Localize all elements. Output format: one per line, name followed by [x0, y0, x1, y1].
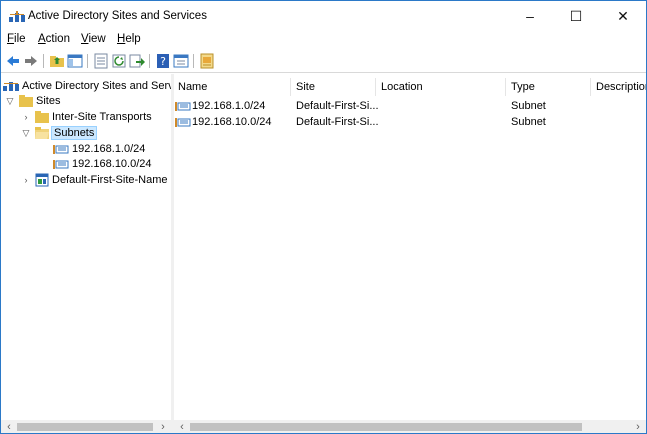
column-header-type[interactable]: Type — [511, 81, 535, 93]
chevron-down-icon[interactable]: ▽ — [21, 128, 31, 139]
tree-horizontal-scrollbar[interactable]: ‹ › — [1, 420, 171, 433]
svg-text:?: ? — [160, 55, 166, 68]
site-icon — [35, 173, 49, 187]
subnet-icon — [53, 144, 69, 154]
column-divider[interactable] — [505, 78, 506, 96]
tree-item-default-first-site[interactable]: › Default-First-Site-Name — [21, 172, 168, 188]
properties-icon[interactable] — [93, 53, 109, 69]
column-divider[interactable] — [590, 78, 591, 96]
scroll-right-icon[interactable]: › — [157, 420, 169, 433]
scroll-left-icon[interactable]: ‹ — [176, 420, 188, 433]
tree-item-inter-site-transports[interactable]: › Inter-Site Transports — [21, 109, 152, 125]
forward-icon[interactable] — [23, 53, 39, 69]
column-header-name[interactable]: Name — [178, 81, 207, 93]
cell-site: Default-First-Si... — [296, 100, 379, 112]
scroll-thumb[interactable] — [17, 423, 153, 431]
tree-item-root[interactable]: Active Directory Sites and Servic — [3, 78, 172, 94]
menu-view-rest: iew — [88, 33, 106, 45]
cell-type: Subnet — [511, 116, 546, 128]
chevron-down-icon[interactable]: ▽ — [5, 96, 15, 107]
column-divider[interactable] — [375, 78, 376, 96]
menu-file[interactable]: File — [7, 33, 26, 45]
column-divider[interactable] — [290, 78, 291, 96]
help-icon[interactable]: ? — [155, 53, 171, 69]
cell-site: Default-First-Si... — [296, 116, 379, 128]
scroll-right-icon[interactable]: › — [632, 420, 644, 433]
cell-type: Subnet — [511, 100, 546, 112]
list-horizontal-scrollbar[interactable]: ‹ › — [174, 420, 646, 433]
tree-item-subnets[interactable]: ▽ Subnets — [21, 125, 98, 141]
toolbar-separator — [193, 54, 194, 68]
menu-file-access: F — [7, 33, 15, 45]
window-title: Active Directory Sites and Services — [28, 10, 207, 22]
app-window: Active Directory Sites and Services – ☐ … — [0, 0, 647, 434]
menu-file-rest: ile — [14, 33, 26, 45]
tree-item-sites[interactable]: ▽ Sites — [5, 93, 60, 109]
maximize-button[interactable]: ☐ — [553, 1, 599, 31]
export-list-icon[interactable] — [129, 53, 145, 69]
tree-item-label: Sites — [36, 95, 61, 107]
tree-item-label: 192.168.1.0/24 — [72, 143, 146, 155]
menu-view[interactable]: View — [81, 33, 106, 45]
menu-help[interactable]: Help — [117, 33, 141, 45]
tree-pane[interactable]: Active Directory Sites and Servic ▽ Site… — [1, 74, 172, 433]
tree-item-label: Active Directory Sites and Servic — [22, 80, 172, 92]
chevron-right-icon[interactable]: › — [21, 112, 31, 122]
console-view-icon[interactable] — [173, 53, 189, 69]
column-header-location[interactable]: Location — [381, 81, 423, 93]
close-button[interactable]: ✕ — [600, 1, 646, 31]
list-pane[interactable]: Name Site Location Type Description 192.… — [174, 74, 646, 433]
chevron-right-icon[interactable]: › — [21, 175, 31, 185]
column-header-site[interactable]: Site — [296, 81, 315, 93]
cell-name: 192.168.1.0/24 — [192, 100, 266, 112]
scroll-thumb[interactable] — [190, 423, 582, 431]
title-bar[interactable]: Active Directory Sites and Services – ☐ … — [1, 1, 646, 31]
menu-action-rest: ction — [45, 33, 70, 45]
up-folder-icon[interactable] — [49, 53, 65, 69]
subnet-icon — [175, 118, 191, 127]
open-folder-icon — [35, 127, 49, 139]
column-header-description[interactable]: Description — [596, 81, 646, 93]
scroll-left-icon[interactable]: ‹ — [3, 420, 15, 433]
back-icon[interactable] — [5, 53, 21, 69]
show-hide-tree-icon[interactable] — [67, 53, 83, 69]
tree-item-label: Subnets — [50, 126, 98, 140]
menu-action[interactable]: Action — [38, 33, 70, 45]
tree-item-label: Default-First-Site-Name — [52, 174, 168, 186]
toolbar-separator — [149, 54, 150, 68]
tree-item-subnet[interactable]: 192.168.10.0/24 — [53, 156, 152, 172]
ad-sites-app-icon — [9, 11, 25, 22]
tree-item-subnet[interactable]: 192.168.1.0/24 — [53, 141, 145, 157]
toolbar-separator — [87, 54, 88, 68]
toolbar: ? — [1, 50, 646, 73]
toolbar-separator — [43, 54, 44, 68]
menu-bar: File Action View Help — [1, 31, 646, 49]
subnet-icon — [53, 159, 69, 169]
tree-item-label: 192.168.10.0/24 — [72, 158, 152, 170]
subnet-icon — [175, 102, 191, 111]
menu-action-access: A — [38, 33, 46, 45]
new-site-icon[interactable] — [199, 53, 215, 69]
cell-name: 192.168.10.0/24 — [192, 116, 272, 128]
folder-icon — [19, 95, 33, 107]
minimize-button[interactable]: – — [507, 1, 553, 31]
folder-icon — [35, 111, 49, 123]
ad-sites-icon — [3, 82, 19, 91]
menu-help-rest: elp — [125, 33, 141, 45]
refresh-icon[interactable] — [111, 53, 127, 69]
tree-item-label: Inter-Site Transports — [52, 111, 152, 123]
